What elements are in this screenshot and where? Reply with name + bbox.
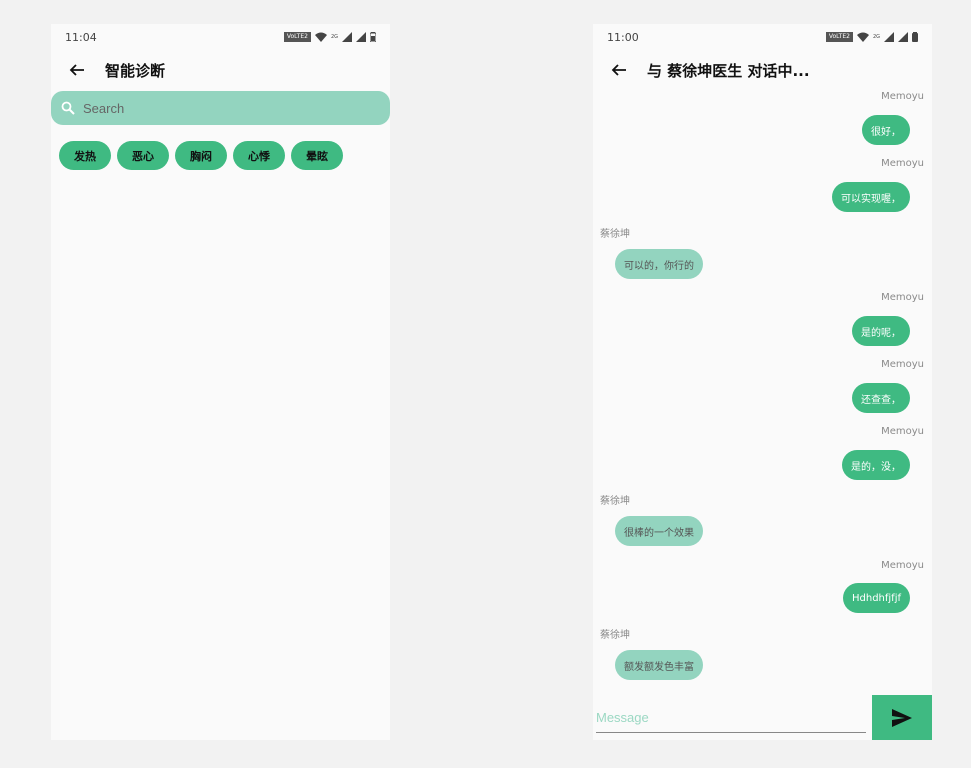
message-input[interactable] [596,703,866,733]
status-icons: VoLTE2 2G [283,32,376,42]
sender-name: 蔡徐坤 [600,630,630,641]
chip-nausea[interactable]: 恶心 [117,141,169,170]
message-bubble-outgoing: 可以实现喔， [832,182,910,212]
search-input[interactable] [83,100,363,116]
app-bar: 与 蔡徐坤医生 对话中... [593,50,932,90]
chip-chest-tightness[interactable]: 胸闷 [175,141,227,170]
signal-icon [884,32,894,42]
status-bar: 11:00 VoLTE2 2G [593,24,932,50]
sender-name: Memoyu [881,426,924,437]
volte-badge: VoLTE2 [825,32,853,42]
app-bar: 智能诊断 [51,50,390,90]
sender-name: Memoyu [881,359,924,370]
volte-badge: VoLTE2 [283,32,311,42]
diagnosis-screen: 11:04 VoLTE2 2G 智能诊断 发热 恶心 胸闷 心悸 晕眩 [51,24,390,740]
sender-name: Memoyu [881,158,924,169]
message-bubble-outgoing: 很好， [862,115,910,145]
message-bubble-outgoing: 是的，没， [842,450,910,480]
page-title: 智能诊断 [105,61,166,80]
wifi-icon [314,32,327,42]
battery-icon [370,32,376,42]
message-bubble-outgoing: 是的呢， [852,316,910,346]
wifi-icon [856,32,869,42]
message-bubble-incoming: 可以的，你行的 [615,249,703,279]
sender-name: 蔡徐坤 [600,496,630,507]
sender-name: Memoyu [881,560,924,571]
search-icon [61,101,75,115]
sender-name: 蔡徐坤 [600,229,630,240]
signal-icon [342,32,352,42]
chip-palpitation[interactable]: 心悸 [233,141,285,170]
status-time: 11:00 [607,30,639,44]
message-list[interactable]: Memoyu 很好， Memoyu 可以实现喔， 蔡徐坤 可以的，你行的 Mem… [593,90,932,695]
back-button[interactable] [605,56,633,84]
chat-title: 与 蔡徐坤医生 对话中... [647,61,810,80]
message-composer [593,695,932,740]
status-time: 11:04 [65,30,97,44]
chip-dizziness[interactable]: 晕眩 [291,141,343,170]
back-button[interactable] [63,56,91,84]
message-bubble-outgoing: 还查查， [852,383,910,413]
status-icons: VoLTE2 2G [825,32,918,42]
battery-icon [912,32,918,42]
network-type-label: 2G [872,33,880,40]
search-bar[interactable] [51,91,390,125]
signal-icon [898,32,908,42]
signal-icon [356,32,366,42]
sender-name: Memoyu [881,91,924,102]
chip-fever[interactable]: 发热 [59,141,111,170]
status-bar: 11:04 VoLTE2 2G [51,24,390,50]
network-type-label: 2G [330,33,338,40]
message-bubble-incoming: 很棒的一个效果 [615,516,703,546]
send-button[interactable] [872,695,932,740]
send-icon [892,708,912,727]
message-bubble-incoming: 额发额发色丰富 [615,650,703,680]
chat-screen: 11:00 VoLTE2 2G 与 蔡徐坤医生 对话中... Memoyu 很好… [593,24,932,740]
symptom-chips: 发热 恶心 胸闷 心悸 晕眩 [59,141,343,170]
arrow-back-icon [69,64,84,76]
message-bubble-outgoing: Hdhdhfjfjf [842,583,910,613]
sender-name: Memoyu [881,292,924,303]
arrow-back-icon [611,64,626,76]
